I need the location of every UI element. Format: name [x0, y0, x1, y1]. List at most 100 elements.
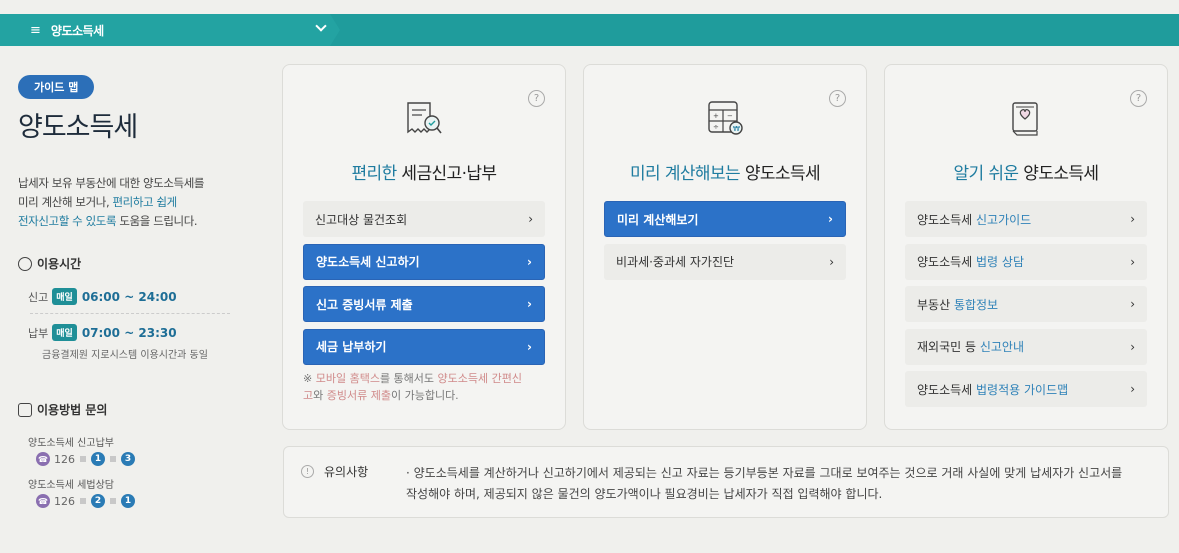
card-title-rest: 양도소득세: [1018, 164, 1099, 184]
card-title: 편리한 세금신고·납부: [283, 159, 565, 184]
item-label-plain: 양도소득세: [917, 382, 977, 397]
desc-line: 미리 계산해 보거나,: [18, 195, 113, 209]
calculator-icon: + − ÷ ₩: [708, 101, 743, 135]
item-self-diagnosis[interactable]: 비과세·중과세 자가진단 ›: [604, 243, 846, 280]
item-label: 세금 납부하기: [316, 340, 387, 354]
daily-badge: 매일: [52, 324, 77, 341]
card-title: 미리 계산해보는 양도소득세: [584, 159, 866, 184]
help-icon[interactable]: ?: [1130, 90, 1147, 107]
notice-box: ! 유의사항 · 양도소득세를 계산하거나 신고하기에서 제공되는 신고 자료는…: [283, 446, 1169, 518]
digit-badge: 1: [121, 494, 135, 508]
card-title-highlight: 편리한: [351, 164, 398, 184]
note-text: 와: [313, 389, 327, 402]
item-label-plain: 양도소득세: [917, 212, 977, 227]
card-guide: ? 알기 쉬운 양도소득세 양도소득세 신고가이드 › 양도소득세 법령 상담 › …: [884, 64, 1168, 430]
chevron-right-icon: ›: [527, 297, 532, 311]
arrow-icon: [110, 456, 116, 462]
phone-icon: ☎: [36, 494, 50, 508]
item-label: 신고대상 물건조회: [315, 212, 408, 227]
card-list: 미리 계산해보기 › 비과세·중과세 자가진단 ›: [604, 201, 846, 286]
chevron-right-icon: ›: [528, 212, 533, 226]
phone-icon: ☎: [36, 452, 50, 466]
svg-text:−: −: [727, 112, 733, 120]
chevron-right-icon: ›: [829, 254, 834, 269]
chevron-right-icon: ›: [527, 254, 532, 269]
receipt-icon: [407, 102, 442, 134]
item-label-highlight: 신고가이드: [976, 212, 1032, 227]
top-nav-bar: ≡ 양도소득세: [0, 14, 1179, 46]
card-title-highlight: 미리 계산해보는: [629, 164, 741, 184]
item-label: 양도소득세 신고가이드: [917, 211, 1031, 228]
hours-title: 이용시간: [37, 257, 82, 271]
chevron-right-icon: ›: [1130, 339, 1135, 354]
item-label-plain: 양도소득세: [917, 255, 977, 269]
item-label-plain: 부동산: [917, 297, 954, 312]
item-label: 비과세·중과세 자가진단: [616, 255, 735, 269]
card-title-rest: 양도소득세: [740, 164, 821, 184]
guidebook-icon: [1012, 102, 1038, 136]
hours-time: 07:00 ~ 23:30: [81, 325, 177, 340]
hours-row-payment: 납부 매일 07:00 ~ 23:30: [18, 324, 248, 341]
digit-badge: 2: [91, 494, 105, 508]
card-title-highlight: 알기 쉬운: [953, 164, 1020, 184]
item-file-return[interactable]: 양도소득세 신고하기 ›: [303, 243, 545, 280]
item-label: 양도소득세 법령적용 가이드맵: [917, 381, 1068, 398]
inquiry-label: 양도소득세 신고납부: [28, 438, 114, 449]
item-label: 미리 계산해보기: [617, 212, 699, 227]
hours-note: 금융결제원 지로시스템 이용시간과 동일: [42, 350, 208, 361]
item-pay-tax[interactable]: 세금 납부하기 ›: [303, 328, 545, 365]
card-note: ※ 모바일 홈택스를 통해서도 양도소득세 간편신고와 증빙서류 제출이 가능합…: [303, 370, 525, 404]
notice-text: · 양도소득세를 계산하거나 신고하기에서 제공되는 신고 자료는 등기부등본 …: [406, 466, 1123, 501]
item-label: 양도소득세 법령 상담: [917, 253, 1024, 270]
item-overseas-guide[interactable]: 재외국민 등 신고안내 ›: [905, 328, 1147, 365]
chevron-right-icon: ›: [527, 339, 532, 354]
item-submit-documents[interactable]: 신고 증빙서류 제출 ›: [303, 286, 545, 322]
chevron-right-icon: ›: [1130, 254, 1135, 269]
guide-map-badge: 가이드 맵: [18, 75, 95, 99]
item-lookup-property[interactable]: 신고대상 물건조회 ›: [303, 201, 545, 237]
notice-title: 유의사항: [324, 465, 369, 479]
card-list: 양도소득세 신고가이드 › 양도소득세 법령 상담 › 부동산 통합정보 › 재외국민…: [905, 201, 1147, 414]
digit-badge: 1: [91, 452, 105, 466]
note-link[interactable]: 모바일 홈택스: [316, 372, 380, 385]
item-label: 재외국민 등 신고안내: [917, 338, 1024, 355]
description: 납세자 보유 부동산에 대한 양도소득세를 미리 계산해 보거나, 편리하고 쉽…: [18, 174, 248, 231]
left-panel: 가이드 맵 양도소득세 납세자 보유 부동산에 대한 양도소득세를 미리 계산해…: [18, 75, 248, 508]
menu-title: 양도소득세: [50, 23, 104, 38]
item-label: 양도소득세 신고하기: [316, 255, 420, 269]
chevron-down-icon: [315, 20, 327, 32]
item-label-highlight: 법령적용 가이드맵: [976, 382, 1069, 397]
item-filing-guide[interactable]: 양도소득세 신고가이드 ›: [905, 201, 1147, 237]
hours-label: 신고: [28, 290, 49, 304]
card-calculator: ? + − ÷ ₩ 미리 계산해보는 양도소득세 미리 계산해보기 › 비과세·중…: [583, 64, 867, 430]
phone-icon: [18, 402, 32, 417]
hours-label: 납부: [28, 326, 49, 340]
note-text: 이 가능합니다.: [390, 389, 459, 402]
card-title: 알기 쉬운 양도소득세: [885, 159, 1167, 184]
item-law-guide-map[interactable]: 양도소득세 법령적용 가이드맵 ›: [905, 371, 1147, 407]
card-filing: ? 편리한 세금신고·납부 신고대상 물건조회 › 양도소득세 신고하기 › 신고 …: [282, 64, 566, 430]
item-label: 신고 증빙서류 제출: [316, 297, 413, 312]
desc-highlight: 전자신고할 수 있도록: [18, 214, 117, 228]
inquiry-title: 이용방법 문의: [37, 403, 108, 417]
desc-line: 납세자 보유 부동산에 대한 양도소득세를: [18, 176, 205, 190]
card-title-rest: 세금신고·납부: [396, 164, 497, 184]
help-icon[interactable]: ?: [528, 90, 545, 107]
item-label-highlight: 신고안내: [979, 340, 1025, 354]
item-pre-calculate[interactable]: 미리 계산해보기 ›: [604, 201, 846, 237]
card-list: 신고대상 물건조회 › 양도소득세 신고하기 › 신고 증빙서류 제출 › 세금 납부…: [303, 201, 545, 371]
menu-dropdown[interactable]: ≡ 양도소득세: [0, 14, 340, 46]
help-icon[interactable]: ?: [829, 90, 846, 107]
inquiry-label: 양도소득세 세법상담: [28, 480, 114, 491]
svg-text:÷: ÷: [713, 123, 719, 131]
item-law-consultation[interactable]: 양도소득세 법령 상담 ›: [905, 243, 1147, 280]
item-real-estate-info[interactable]: 부동산 통합정보 ›: [905, 286, 1147, 322]
digit-badge: 3: [121, 452, 135, 466]
inquiry-number-row: ☎ 126 1 3: [18, 452, 248, 466]
svg-text:₩: ₩: [733, 125, 740, 133]
note-link[interactable]: 증빙서류 제출: [327, 389, 391, 402]
daily-badge: 매일: [52, 288, 77, 305]
inquiry-number-row: ☎ 126 2 1: [18, 494, 248, 508]
hours-time: 06:00 ~ 24:00: [81, 289, 177, 304]
arrow-icon: [80, 498, 86, 504]
